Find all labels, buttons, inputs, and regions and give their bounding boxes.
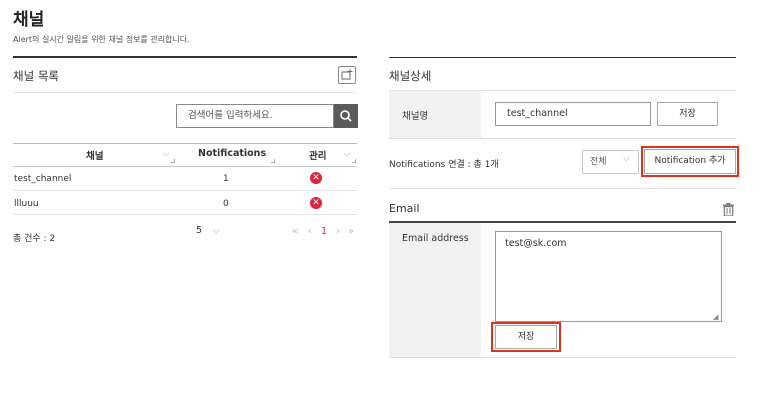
pager-current-page[interactable]: 1 (321, 226, 327, 237)
divider (389, 57, 736, 58)
save-email-button[interactable]: 저장 (495, 325, 557, 349)
save-name-button[interactable]: 저장 (657, 102, 718, 126)
chevron-down-icon[interactable]: ⌵ (623, 154, 630, 164)
divider (389, 138, 736, 139)
email-address-label: Email address (402, 233, 469, 244)
delete-icon[interactable]: ✕ (310, 172, 322, 184)
notifications-count-label: Notifications 연결 : 총 1개 (389, 160, 499, 170)
chevron-down-icon[interactable]: ⌵ (263, 149, 269, 159)
delete-icon[interactable]: ✕ (310, 197, 322, 209)
channel-name-input[interactable]: test_channel (495, 102, 651, 126)
channel-name-label: 채널명 (402, 111, 429, 122)
divider (13, 92, 357, 93)
column-resize-handle[interactable] (271, 159, 275, 163)
column-header-manage[interactable]: 관리 (309, 148, 326, 162)
column-header-channel[interactable]: 채널 (86, 148, 103, 162)
table-top-border (13, 143, 357, 144)
search-button[interactable] (334, 104, 358, 128)
channel-list-title: 채널 목록 (13, 69, 59, 83)
table-cell-notifications: 1 (223, 174, 229, 184)
divider (13, 56, 357, 58)
add-channel-icon (341, 69, 353, 80)
page-subtitle: Alert의 실시간 알림을 위한 채널 정보를 관리합니다. (13, 35, 190, 44)
resize-handle[interactable]: ◢ (713, 313, 718, 321)
pager-first[interactable]: « (292, 226, 298, 237)
channel-detail-title: 채널상세 (389, 69, 432, 83)
pager-next[interactable]: › (336, 226, 340, 237)
table-cell-channel[interactable]: test_channel (14, 174, 71, 184)
add-notification-button[interactable]: Notification 추가 (644, 149, 736, 174)
pager-prev[interactable]: ‹ (308, 226, 312, 237)
page-title: 채널 (13, 10, 45, 30)
table-cell-notifications: 0 (223, 199, 229, 209)
notification-filter-select[interactable]: 전체 (582, 150, 639, 174)
table-row-divider (13, 190, 357, 191)
email-address-textarea[interactable]: test@sk.com (495, 231, 722, 322)
chevron-down-icon[interactable]: ⌵ (344, 149, 350, 159)
search-input[interactable]: 검색어를 입력하세요. (176, 104, 334, 128)
chevron-down-icon[interactable]: ⌵ (163, 149, 169, 159)
divider (389, 188, 736, 189)
column-header-notifications[interactable]: Notifications (198, 148, 266, 159)
page-size-select[interactable]: 5 (196, 225, 202, 236)
add-channel-button[interactable] (338, 66, 356, 84)
search-icon (340, 110, 352, 122)
divider (13, 166, 357, 167)
column-resize-handle[interactable] (352, 159, 356, 163)
email-section-title: Email (389, 202, 420, 215)
pager-last[interactable]: » (348, 226, 354, 237)
chevron-down-icon[interactable]: ⌵ (213, 226, 219, 236)
table-row-divider (13, 214, 357, 215)
trash-icon[interactable] (723, 201, 734, 217)
divider (389, 357, 736, 358)
table-cell-channel[interactable]: llluuu (14, 199, 39, 209)
total-count: 총 건수 : 2 (13, 234, 56, 244)
column-resize-handle[interactable] (171, 159, 175, 163)
